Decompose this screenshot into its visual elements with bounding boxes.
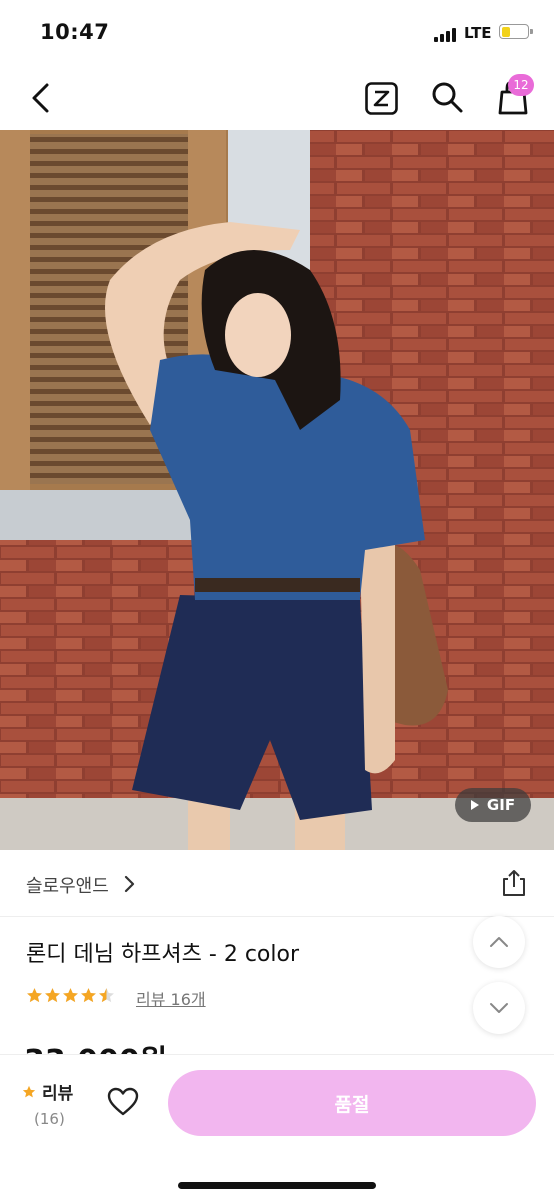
play-icon	[470, 800, 479, 810]
bottom-action-bar: 리뷰 (16) 품절	[0, 1054, 554, 1201]
back-icon[interactable]	[26, 80, 58, 116]
gif-label: GIF	[486, 796, 516, 814]
share-icon[interactable]	[500, 868, 528, 898]
chevron-right-icon	[124, 875, 135, 893]
rating-star-icon	[45, 988, 60, 1003]
search-icon[interactable]	[430, 80, 464, 114]
status-time: 10:47	[40, 20, 110, 44]
battery-icon	[499, 24, 533, 39]
rating-star-icon	[63, 988, 78, 1003]
scroll-down-button[interactable]	[473, 982, 525, 1034]
home-indicator	[178, 1182, 376, 1189]
product-price: 33,000원	[24, 1036, 167, 1054]
review-tab-count: (16)	[34, 1110, 65, 1128]
network-label: LTE	[464, 24, 492, 42]
scroll-up-button[interactable]	[473, 916, 525, 968]
chevron-up-icon	[490, 937, 508, 947]
brand-name[interactable]: 슬로우앤드	[26, 872, 109, 898]
gif-badge[interactable]: GIF	[455, 788, 531, 822]
signal-icon	[434, 26, 460, 42]
price-container: 33,000원	[0, 1036, 554, 1054]
product-title: 론디 데님 하프셔츠 - 2 color	[26, 942, 299, 967]
rating-star-icon	[99, 988, 114, 1003]
status-bar: 10:47 LTE	[0, 0, 554, 66]
rating-star-icon	[27, 988, 42, 1003]
review-count-link[interactable]: 리뷰 16개	[136, 986, 206, 1010]
review-tab-label: 리뷰	[42, 1084, 74, 1104]
brand-row[interactable]: 슬로우앤드	[0, 850, 554, 917]
chevron-down-icon	[490, 1003, 508, 1013]
soldout-button[interactable]: 품절	[168, 1070, 536, 1136]
review-tab[interactable]: 리뷰 (16)	[22, 1079, 73, 1128]
rating-star-icon	[81, 988, 96, 1003]
z-icon[interactable]	[365, 82, 398, 115]
heart-icon[interactable]	[107, 1087, 139, 1117]
product-image[interactable]: GIF	[0, 130, 554, 850]
star-icon	[22, 1085, 36, 1097]
top-nav: 12	[0, 66, 554, 130]
cart-count-badge: 12	[508, 74, 534, 96]
rating-stars	[26, 987, 115, 1004]
